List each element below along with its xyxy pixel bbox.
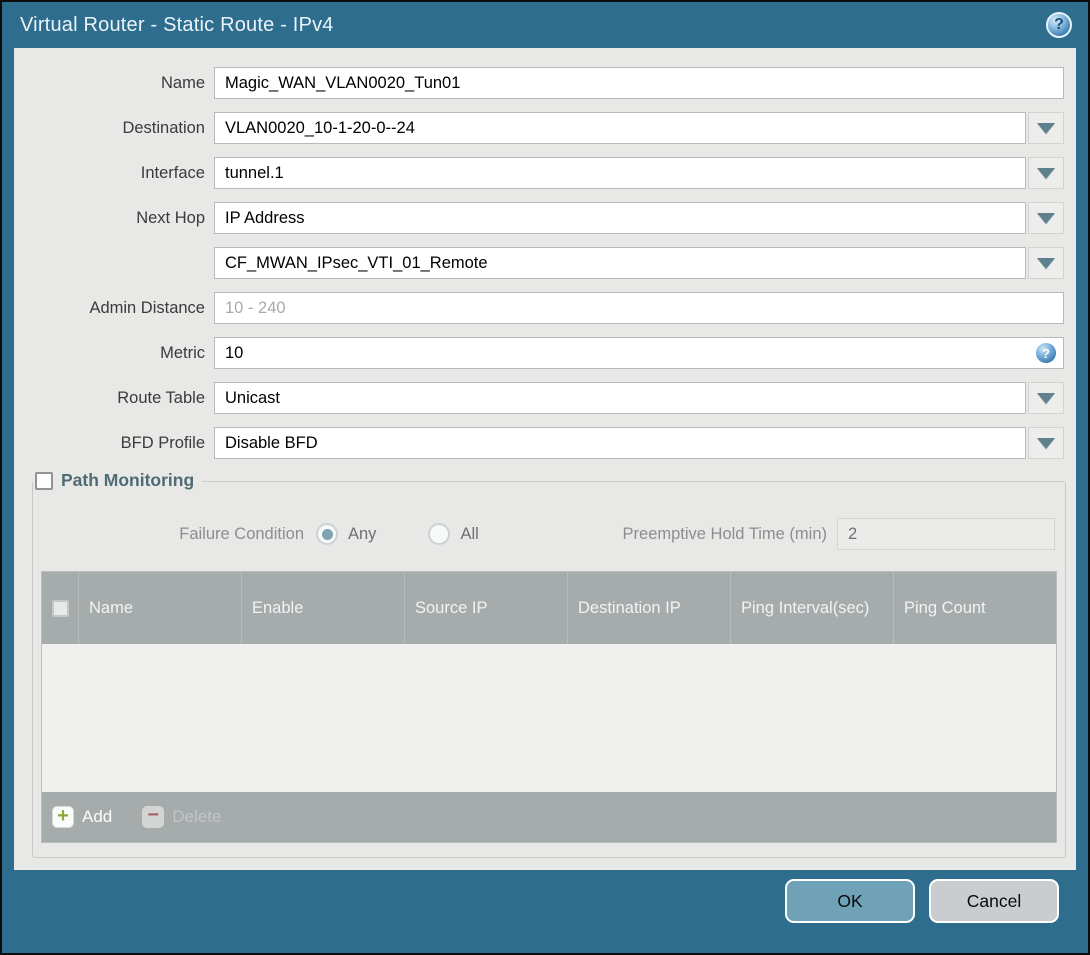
metric-help-icon: ? xyxy=(1036,343,1056,363)
preemptive-hold-time-label: Preemptive Hold Time (min) xyxy=(622,524,827,543)
form-row-next-hop: Next Hop xyxy=(14,202,1064,234)
table-header-name[interactable]: Name xyxy=(79,572,242,644)
table-header-enable[interactable]: Enable xyxy=(242,572,405,644)
path-monitoring-section: Path Monitoring Failure Condition Any Al… xyxy=(32,470,1066,858)
bfd-profile-label: BFD Profile xyxy=(120,433,205,452)
failure-condition-label: Failure Condition xyxy=(179,524,304,543)
delete-button[interactable]: − Delete xyxy=(142,805,222,828)
bfd-profile-input[interactable] xyxy=(214,427,1026,459)
table-body-empty xyxy=(42,644,1056,792)
name-input[interactable] xyxy=(214,67,1064,99)
ok-button[interactable]: OK xyxy=(785,879,915,923)
table-header-destination-ip[interactable]: Destination IP xyxy=(568,572,731,644)
radio-dot xyxy=(321,528,333,540)
route-table-dropdown-button[interactable] xyxy=(1028,382,1064,414)
table-header-ping-count[interactable]: Ping Count xyxy=(894,572,1056,644)
next-hop-label: Next Hop xyxy=(136,208,205,227)
next-hop-type-dropdown-button[interactable] xyxy=(1028,202,1064,234)
path-monitoring-legend: Path Monitoring xyxy=(33,470,203,491)
interface-label: Interface xyxy=(140,163,205,182)
chevron-down-icon xyxy=(1037,167,1055,179)
add-button-label: Add xyxy=(82,807,113,826)
help-icon[interactable]: ? xyxy=(1046,12,1072,38)
form-row-route-table: Route Table xyxy=(14,382,1064,414)
table-header-checkbox-cell xyxy=(42,572,79,644)
form-row-admin-distance: Admin Distance xyxy=(14,292,1064,324)
chevron-down-icon xyxy=(1037,392,1055,404)
form-row-metric: Metric ? xyxy=(14,337,1064,369)
admin-distance-input[interactable] xyxy=(214,292,1064,324)
form-row-interface: Interface xyxy=(14,157,1064,189)
chevron-down-icon xyxy=(1037,212,1055,224)
static-route-dialog: Virtual Router - Static Route - IPv4 ? N… xyxy=(0,0,1090,955)
table-toolbar: + Add − Delete xyxy=(42,792,1056,842)
table-header-row: Name Enable Source IP Destination IP Pin… xyxy=(42,572,1056,644)
failure-condition-any-radio[interactable] xyxy=(316,523,338,545)
next-hop-address-input[interactable] xyxy=(214,247,1026,279)
form-row-bfd-profile: BFD Profile xyxy=(14,427,1064,459)
form-row-next-hop-address xyxy=(14,247,1064,279)
bfd-profile-dropdown-button[interactable] xyxy=(1028,427,1064,459)
plus-icon: + xyxy=(52,806,74,828)
metric-label: Metric xyxy=(160,343,205,362)
route-table-label: Route Table xyxy=(117,388,205,407)
dialog-body: Name Destination Interface xyxy=(14,48,1076,870)
name-label: Name xyxy=(160,73,205,92)
delete-button-label: Delete xyxy=(172,807,222,826)
form-row-destination: Destination xyxy=(14,112,1064,144)
failure-condition-all-label: All xyxy=(460,524,479,543)
destination-dropdown-button[interactable] xyxy=(1028,112,1064,144)
path-monitoring-options-row: Failure Condition Any All Preemptive Hol… xyxy=(41,518,1057,550)
select-all-checkbox[interactable] xyxy=(51,599,69,617)
dialog-title: Virtual Router - Static Route - IPv4 xyxy=(20,13,334,36)
failure-condition-all-radio[interactable] xyxy=(428,523,451,545)
form-row-name: Name xyxy=(14,67,1064,99)
route-table-input[interactable] xyxy=(214,382,1026,414)
interface-input[interactable] xyxy=(214,157,1026,189)
table-header-ping-interval[interactable]: Ping Interval(sec) xyxy=(731,572,894,644)
path-monitoring-checkbox[interactable] xyxy=(35,471,53,490)
static-route-form: Name Destination Interface xyxy=(14,48,1076,459)
title-bar: Virtual Router - Static Route - IPv4 ? xyxy=(2,2,1088,48)
interface-dropdown-button[interactable] xyxy=(1028,157,1064,189)
chevron-down-icon xyxy=(1037,122,1055,134)
next-hop-address-dropdown-button[interactable] xyxy=(1028,247,1064,279)
preemptive-hold-time-input[interactable] xyxy=(837,518,1055,550)
add-button[interactable]: + Add xyxy=(52,806,112,828)
path-monitoring-table: Name Enable Source IP Destination IP Pin… xyxy=(41,571,1057,843)
chevron-down-icon xyxy=(1037,257,1055,269)
dialog-footer: OK Cancel xyxy=(2,870,1088,953)
path-monitoring-title: Path Monitoring xyxy=(61,470,195,490)
minus-icon: − xyxy=(142,805,165,828)
next-hop-type-input[interactable] xyxy=(214,202,1026,234)
table-header-source-ip[interactable]: Source IP xyxy=(405,572,568,644)
metric-input[interactable] xyxy=(214,337,1064,369)
cancel-button[interactable]: Cancel xyxy=(929,879,1059,923)
destination-input[interactable] xyxy=(214,112,1026,144)
destination-label: Destination xyxy=(122,118,205,137)
chevron-down-icon xyxy=(1037,437,1055,449)
failure-condition-any-label: Any xyxy=(348,524,377,543)
admin-distance-label: Admin Distance xyxy=(89,298,205,317)
